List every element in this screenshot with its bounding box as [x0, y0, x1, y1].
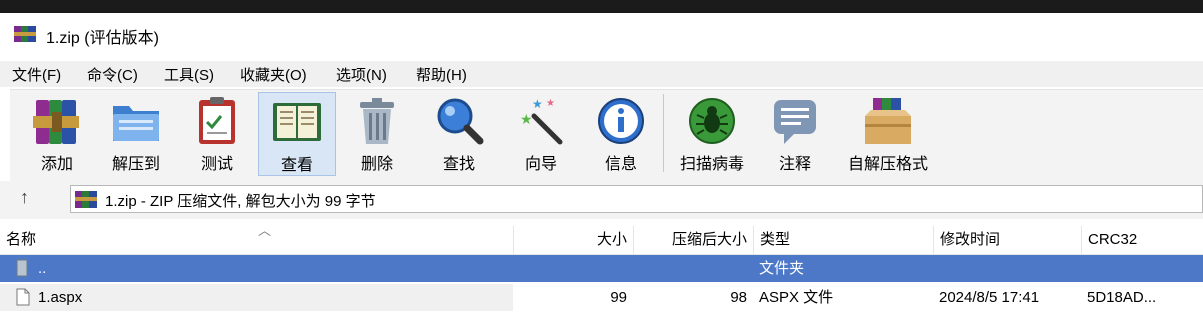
menu-bar: 文件(F) 命令(C) 工具(S) 收藏夹(O) 选项(N) 帮助(H) — [0, 61, 1203, 87]
add-label: 添加 — [40, 156, 73, 173]
toolbar: 添加 解压到 测试 查看 删除 查找 ★ ★ ★ 向导 信息 扫描病毒 注释 自… — [10, 89, 1203, 182]
column-packed-size[interactable]: 压缩后大小 — [633, 226, 753, 254]
view-label: 查看 — [280, 157, 313, 174]
delete-button[interactable]: 删除 — [342, 92, 412, 176]
row-crc32 — [1081, 255, 1188, 282]
virus-scan-icon — [689, 98, 735, 144]
row-modified: 2024/8/5 17:41 — [939, 289, 1040, 306]
delete-label: 删除 — [360, 156, 393, 173]
row-size: 99 — [610, 289, 627, 306]
list-item-file[interactable]: 1.aspx 99 98 ASPX 文件 2024/8/5 17:41 5D18… — [0, 284, 1203, 311]
toolbar-separator — [663, 94, 664, 172]
row-size — [513, 255, 633, 282]
row-type: 文件夹 — [759, 260, 805, 277]
zip-archive-icon — [75, 191, 97, 208]
sfx-box-icon — [865, 98, 911, 144]
extract-to-label: 解压到 — [111, 156, 160, 173]
virus-scan-button[interactable]: 扫描病毒 — [670, 92, 754, 176]
svg-text:★: ★ — [532, 97, 543, 111]
parent-folder-icon — [16, 259, 28, 277]
sfx-button[interactable]: 自解压格式 — [838, 92, 938, 176]
wizard-button[interactable]: ★ ★ ★ 向导 — [506, 92, 576, 176]
add-archive-icon — [33, 100, 79, 144]
column-type[interactable]: 类型 — [753, 226, 933, 254]
address-field[interactable]: 1.zip - ZIP 压缩文件, 解包大小为 99 字节 — [70, 185, 1203, 213]
comment-button[interactable]: 注释 — [760, 92, 830, 176]
list-item-parent-folder[interactable]: .. 文件夹 — [0, 255, 1203, 282]
address-text: 1.zip - ZIP 压缩文件, 解包大小为 99 字节 — [105, 193, 376, 210]
trash-can-icon — [360, 98, 394, 144]
winrar-app-icon — [14, 26, 36, 42]
column-size[interactable]: 大小 — [513, 226, 633, 254]
info-label: 信息 — [604, 156, 637, 173]
file-icon — [16, 288, 30, 306]
svg-text:★: ★ — [546, 98, 555, 109]
find-button[interactable]: 查找 — [424, 92, 494, 176]
row-packed-size — [633, 255, 753, 282]
menu-favorites[interactable]: 收藏夹(O) — [240, 64, 307, 85]
column-name[interactable]: 名称 — [0, 226, 513, 254]
find-label: 查找 — [442, 156, 475, 173]
menu-commands[interactable]: 命令(C) — [87, 64, 138, 85]
row-name: .. — [38, 260, 47, 277]
comment-label: 注释 — [778, 156, 811, 173]
row-name: 1.aspx — [38, 289, 83, 306]
column-crc32[interactable]: CRC32 — [1081, 226, 1188, 254]
file-list-header: ︿ 名称 大小 压缩后大小 类型 修改时间 CRC32 — [0, 223, 1203, 255]
address-bar: ↑ 1.zip - ZIP 压缩文件, 解包大小为 99 字节 — [0, 181, 1203, 219]
view-button[interactable]: 查看 — [258, 92, 336, 176]
menu-file[interactable]: 文件(F) — [12, 64, 61, 85]
comment-icon — [774, 100, 816, 144]
info-button[interactable]: 信息 — [586, 92, 656, 176]
menu-options[interactable]: 选项(N) — [336, 64, 387, 85]
clipboard-check-icon — [199, 97, 235, 144]
column-modified[interactable]: 修改时间 — [933, 226, 1081, 254]
row-crc32: 5D18AD... — [1087, 289, 1157, 306]
row-modified — [933, 255, 1081, 282]
menu-help[interactable]: 帮助(H) — [416, 64, 467, 85]
up-arrow-icon[interactable]: ↑ — [20, 187, 29, 208]
test-button[interactable]: 测试 — [182, 92, 252, 176]
sfx-label: 自解压格式 — [847, 156, 928, 173]
extract-to-button[interactable]: 解压到 — [96, 92, 176, 176]
test-label: 测试 — [200, 156, 233, 173]
open-book-icon — [273, 103, 321, 141]
wizard-label: 向导 — [524, 156, 557, 173]
title-bar: 1.zip (评估版本) — [0, 13, 1203, 55]
info-icon — [598, 98, 644, 144]
window-title: 1.zip (评估版本) — [46, 30, 159, 47]
add-button[interactable]: 添加 — [22, 92, 92, 176]
extract-folder-icon — [113, 106, 159, 141]
magic-wand-icon: ★ ★ ★ — [520, 97, 563, 145]
menu-tools[interactable]: 工具(S) — [164, 64, 214, 85]
row-packed-size: 98 — [730, 289, 747, 306]
magnifier-icon — [437, 98, 484, 145]
svg-text:★: ★ — [520, 112, 533, 128]
row-type: ASPX 文件 — [759, 289, 834, 306]
winrar-window: 1.zip (评估版本) 文件(F) 命令(C) 工具(S) 收藏夹(O) 选项… — [0, 13, 1203, 318]
virus-scan-label: 扫描病毒 — [679, 156, 744, 173]
